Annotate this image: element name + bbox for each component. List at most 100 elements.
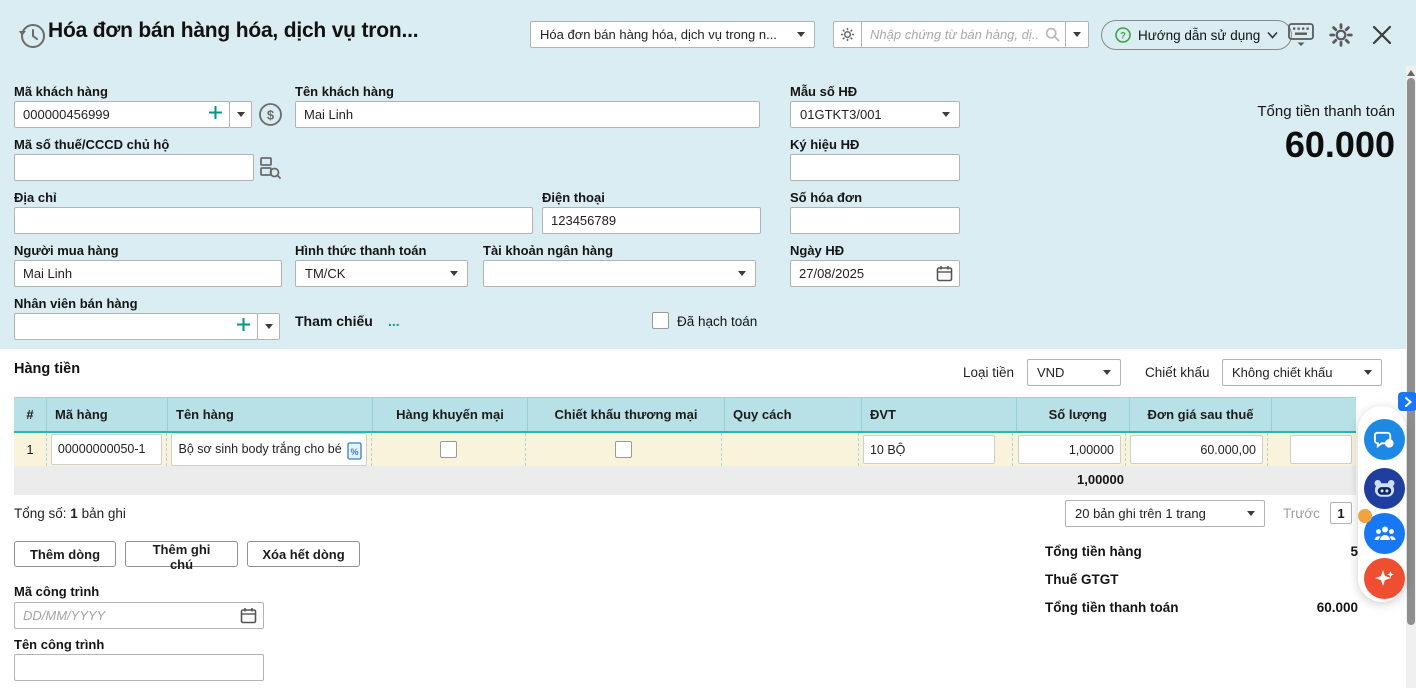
bank-account-dropdown[interactable] [483,260,756,287]
col-header-index: # [14,398,47,431]
total-records-count: 1 [70,506,78,521]
buyer-input[interactable] [14,260,282,287]
tax-code-label: Mã số thuế/CCCD chủ hộ [14,137,169,152]
row-index: 1 [14,433,47,466]
reference-more-link[interactable]: ... [388,313,400,329]
ai-sparkle-icon[interactable] [1364,558,1405,599]
col-header-item-code: Mã hàng [47,398,168,431]
notification-dot [1358,509,1372,523]
items-table-header: # Mã hàng Tên hàng Hàng khuyến mại Chiết… [14,397,1356,431]
currency-label: Loại tiền [963,365,1014,380]
item-code-cell[interactable]: 00000000050-1 [51,434,163,465]
project-code-label: Mã công trình [14,584,99,599]
search-icon[interactable] [1045,27,1060,42]
robot-assistant-icon[interactable] [1364,468,1405,509]
unit-price-cell[interactable]: 60.000,00 [1130,435,1263,464]
quantity-cell[interactable]: 1,00000 [1018,435,1121,464]
discount-label: Chiết khấu [1145,365,1210,380]
percent-doc-icon[interactable]: % [347,442,362,460]
payment-coin-icon[interactable]: $ [258,102,283,127]
chevron-down-icon [1247,511,1255,516]
payment-method-value: TM/CK [305,266,345,281]
spec-cell[interactable] [722,433,859,466]
chevron-down-icon [237,112,245,117]
delete-all-rows-button[interactable]: Xóa hết dòng [247,541,360,567]
template-no-dropdown[interactable]: 01GTKT3/001 [790,101,960,128]
add-note-button[interactable]: Thêm ghi chú [125,541,238,567]
add-customer-icon[interactable] [207,104,224,121]
buyer-label: Người mua hàng [14,243,119,258]
scrollbar-thumb[interactable] [1407,78,1415,625]
chevron-down-icon [450,271,458,276]
keyboard-icon[interactable] [1287,22,1315,48]
chevron-down-icon [265,324,273,329]
close-icon[interactable] [1370,23,1394,47]
add-row-button[interactable]: Thêm dòng [14,541,116,567]
invoice-series-input[interactable] [790,154,960,181]
total-records-prefix: Tổng số: [14,506,67,521]
salesperson-input[interactable] [14,313,258,340]
address-input[interactable] [14,207,533,234]
col-header-item-name: Tên hàng [168,398,373,431]
discount-value: Không chiết khấu [1232,365,1332,380]
posted-checkbox[interactable] [652,312,669,329]
col-header-unit-price: Đơn giá sau thuế [1130,398,1272,431]
search-input[interactable] [862,21,1066,48]
address-label: Địa chỉ [14,190,57,205]
total-records: Tổng số: 1 bản ghi [14,506,126,521]
tax-code-input[interactable] [14,154,254,181]
tax-lookup-icon[interactable] [259,156,281,180]
trade-discount-checkbox[interactable] [615,441,632,458]
settings-gear-icon[interactable] [1328,22,1354,48]
col-header-extra [1272,398,1356,431]
calendar-icon[interactable] [240,607,257,624]
discount-dropdown[interactable]: Không chiết khấu [1222,359,1382,386]
project-code-input[interactable] [14,602,264,629]
expand-columns-button[interactable] [1398,392,1416,411]
phone-input[interactable] [542,207,761,234]
salesperson-dropdown[interactable] [257,313,280,340]
customer-code-input[interactable] [14,101,230,128]
scrollbar-up-arrow[interactable] [1406,68,1416,78]
add-salesperson-icon[interactable] [235,316,252,333]
customer-code-dropdown[interactable] [229,101,252,128]
items-section-title: Hàng tiền [14,361,80,377]
prev-page-button[interactable]: Trước [1283,506,1320,521]
invoice-no-input[interactable] [790,207,960,234]
help-button[interactable]: ? Hướng dẫn sử dụng [1101,20,1292,50]
chat-icon[interactable] [1364,419,1405,460]
invoice-date-input[interactable] [790,260,960,287]
promo-checkbox[interactable] [440,441,457,458]
search-group [833,21,1089,48]
phone-label: Điện thoại [542,190,605,205]
summary-quantity: 1,00000 [1017,472,1124,487]
project-name-input[interactable] [14,654,264,681]
extra-cell[interactable] [1290,435,1352,464]
customer-name-input[interactable] [295,101,760,128]
search-filter-dropdown[interactable] [1066,21,1089,48]
doc-type-dropdown[interactable]: Hóa đơn bán hàng hóa, dịch vụ trong n... [530,21,815,48]
calendar-icon[interactable] [936,265,953,282]
help-question-icon: ? [1115,27,1131,43]
item-name-cell[interactable]: Bộ sơ sinh body trắng cho bé % [171,433,366,466]
page-size-value: 20 bản ghi trên 1 trang [1075,506,1206,521]
page-number-box[interactable]: 1 [1330,502,1352,524]
currency-dropdown[interactable]: VND [1027,359,1121,386]
doc-type-dropdown-value: Hóa đơn bán hàng hóa, dịch vụ trong n... [540,27,777,42]
search-settings-button[interactable] [833,21,862,48]
page-size-dropdown[interactable]: 20 bản ghi trên 1 trang [1065,500,1265,527]
item-name-text: Bộ sơ sinh body trắng cho bé [178,442,341,456]
col-header-spec: Quy cách [725,398,862,431]
chevron-down-icon [1364,370,1372,375]
table-row: 1 00000000050-1 Bộ sơ sinh body trắng ch… [14,431,1356,466]
chevron-down-icon [797,32,805,37]
payment-total-label: Tổng tiền thanh toán [1045,600,1178,615]
chevron-down-icon [1103,370,1111,375]
total-goods-value: 5 [1248,544,1358,559]
template-no-value: 01GTKT3/001 [800,107,882,122]
chevron-right-icon [1404,397,1412,407]
history-icon[interactable] [18,21,47,50]
payment-method-label: Hình thức thanh toán [295,243,426,258]
payment-method-dropdown[interactable]: TM/CK [295,260,468,287]
unit-cell[interactable]: 10 BỘ [863,435,995,464]
